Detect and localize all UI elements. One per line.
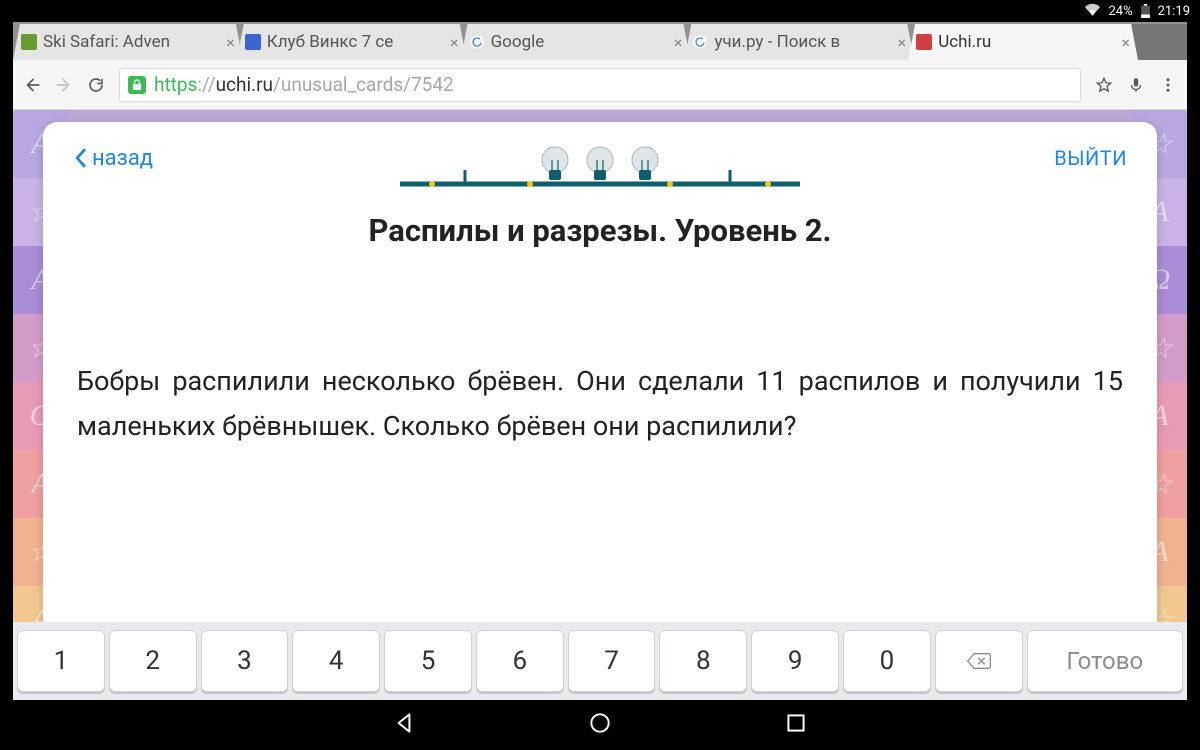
- android-status-bar: 24% 21:19: [0, 0, 1200, 22]
- exercise-problem-text: Бобры распилили несколько брёвен. Они сд…: [73, 359, 1127, 448]
- wifi-icon: [1085, 2, 1100, 21]
- lightbulb-decoration: [400, 142, 800, 202]
- mic-icon[interactable]: [1127, 76, 1145, 94]
- tab-title: Uchi.ru: [938, 32, 1117, 52]
- key-4[interactable]: 4: [292, 630, 380, 692]
- tab-title: учи.ру - Поиск в: [714, 32, 893, 52]
- tab-close-icon[interactable]: ×: [1121, 33, 1130, 52]
- exercise-title: Распилы и разрезы. Уровень 2.: [73, 212, 1127, 249]
- key-1[interactable]: 1: [17, 630, 105, 692]
- menu-dots-icon[interactable]: [1159, 76, 1177, 94]
- tab-title: Google: [491, 32, 670, 52]
- tab-favicon: [245, 34, 261, 50]
- forward-button[interactable]: [55, 76, 73, 94]
- tab-close-icon[interactable]: ×: [674, 33, 683, 52]
- key-7[interactable]: 7: [568, 630, 656, 692]
- tab-favicon: [469, 34, 485, 50]
- card-exit-button[interactable]: ВЫЙТИ: [1054, 146, 1127, 170]
- key-3[interactable]: 3: [201, 630, 289, 692]
- lock-icon: [128, 76, 146, 94]
- reload-button[interactable]: [87, 76, 105, 94]
- tab-favicon: [21, 34, 37, 50]
- key-6[interactable]: 6: [476, 630, 564, 692]
- browser-toolbar: https://uchi.ru/unusual_cards/7542: [13, 60, 1187, 110]
- browser-tab[interactable]: Google×: [461, 24, 691, 60]
- clock: 21:19: [1158, 4, 1190, 19]
- exercise-card: назад ВЫЙТИ: [43, 122, 1157, 700]
- key-backspace[interactable]: [935, 630, 1023, 692]
- battery-icon: [1141, 4, 1150, 18]
- browser-tab[interactable]: учи.ру - Поиск в ×: [684, 24, 914, 60]
- address-bar[interactable]: https://uchi.ru/unusual_cards/7542: [119, 68, 1081, 102]
- key-2[interactable]: 2: [109, 630, 197, 692]
- page-content: A☆A☆OA☆A☆ ☆AΩ☆A☆A☆A назад ВЫЙТИ: [13, 110, 1187, 700]
- key-0[interactable]: 0: [843, 630, 931, 692]
- card-back-button[interactable]: назад: [73, 146, 153, 171]
- tab-favicon: [916, 34, 932, 50]
- browser-tab[interactable]: Uchi.ru×: [908, 24, 1138, 60]
- browser-tabstrip: Ski Safari: Adven×Клуб Винкс 7 се×Google…: [13, 22, 1187, 60]
- card-back-label: назад: [92, 146, 153, 171]
- bookmark-star-icon[interactable]: [1095, 76, 1113, 94]
- tab-close-icon[interactable]: ×: [898, 33, 907, 52]
- key-8[interactable]: 8: [659, 630, 747, 692]
- battery-percent: 24%: [1108, 4, 1132, 19]
- key-done[interactable]: Готово: [1027, 630, 1183, 692]
- key-9[interactable]: 9: [751, 630, 839, 692]
- android-nav-bar: [0, 700, 1200, 750]
- url-text: https://uchi.ru/unusual_cards/7542: [154, 73, 454, 96]
- browser-tab[interactable]: Клуб Винкс 7 се×: [237, 24, 467, 60]
- nav-back-icon[interactable]: [391, 710, 417, 740]
- nav-recent-icon[interactable]: [783, 710, 809, 740]
- tab-close-icon[interactable]: ×: [450, 33, 459, 52]
- nav-home-icon[interactable]: [587, 710, 613, 740]
- back-button[interactable]: [23, 76, 41, 94]
- browser-tab[interactable]: Ski Safari: Adven×: [13, 24, 243, 60]
- tab-close-icon[interactable]: ×: [226, 33, 235, 52]
- tab-favicon: [692, 34, 708, 50]
- tab-title: Клуб Винкс 7 се: [267, 32, 446, 52]
- key-5[interactable]: 5: [384, 630, 472, 692]
- numeric-keyboard: 1234567890 Готово: [13, 622, 1187, 700]
- tab-title: Ski Safari: Adven: [43, 32, 222, 52]
